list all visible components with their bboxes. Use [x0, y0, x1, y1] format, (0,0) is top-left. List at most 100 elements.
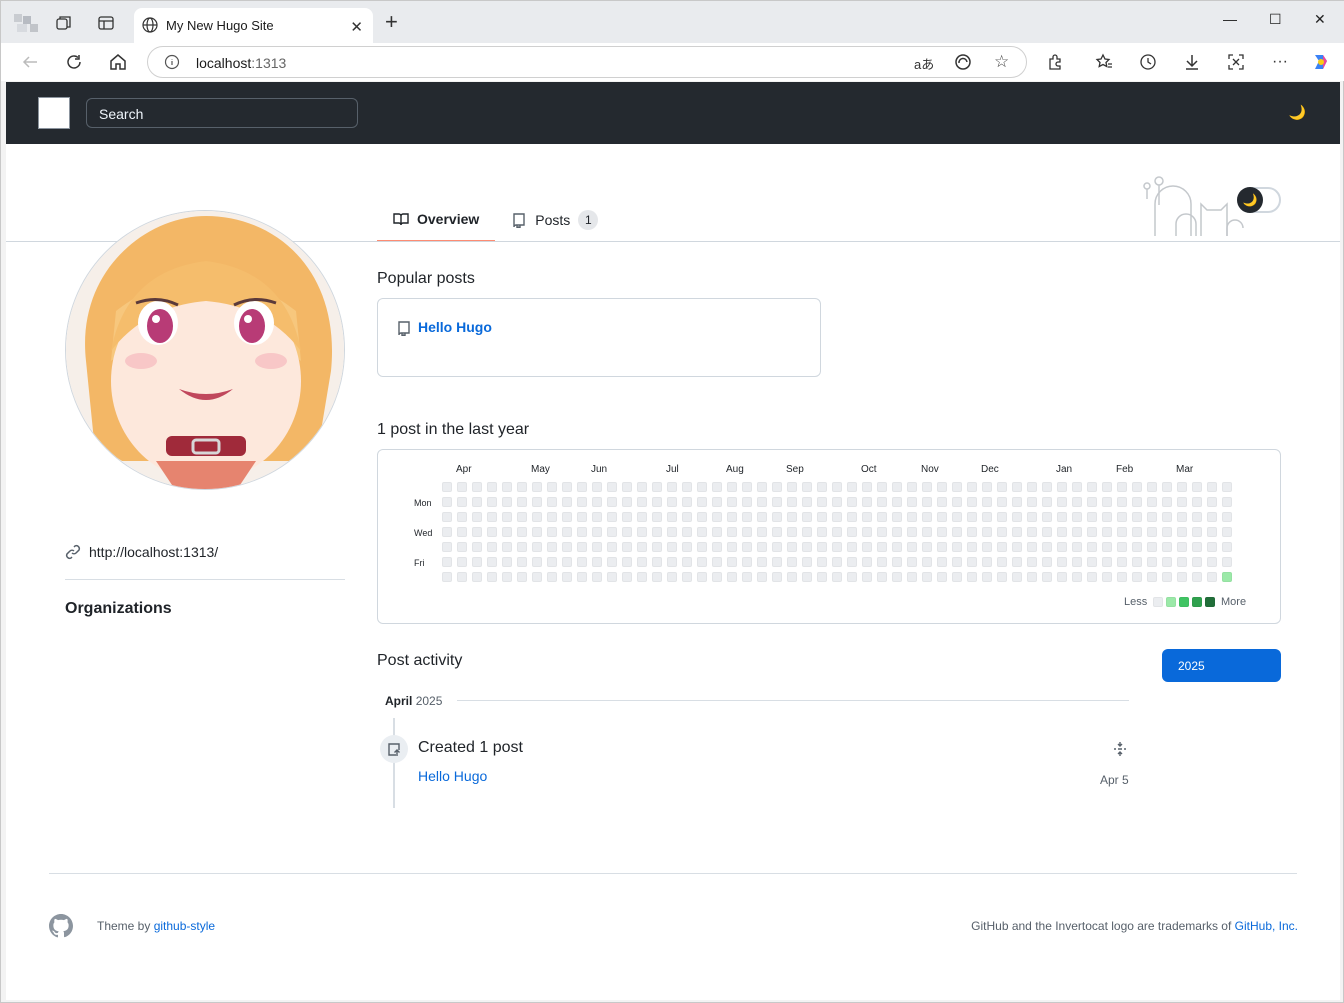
- calendar-day-cell[interactable]: [622, 482, 632, 492]
- address-bar[interactable]: localhost:1313 aあ ☆: [147, 46, 1027, 78]
- calendar-day-cell[interactable]: [1057, 512, 1067, 522]
- calendar-day-cell[interactable]: [1087, 527, 1097, 537]
- calendar-day-cell[interactable]: [1147, 497, 1157, 507]
- calendar-day-cell[interactable]: [1087, 482, 1097, 492]
- calendar-day-cell[interactable]: [1132, 542, 1142, 552]
- calendar-day-cell[interactable]: [1027, 497, 1037, 507]
- calendar-day-cell[interactable]: [667, 542, 677, 552]
- calendar-day-cell[interactable]: [592, 572, 602, 582]
- calendar-day-cell[interactable]: [667, 497, 677, 507]
- calendar-day-cell[interactable]: [442, 527, 452, 537]
- calendar-day-cell[interactable]: [1012, 527, 1022, 537]
- calendar-day-cell[interactable]: [892, 542, 902, 552]
- calendar-day-cell[interactable]: [697, 572, 707, 582]
- calendar-day-cell[interactable]: [982, 557, 992, 567]
- calendar-day-cell[interactable]: [442, 557, 452, 567]
- calendar-day-cell[interactable]: [562, 497, 572, 507]
- tab-overview[interactable]: Overview: [377, 197, 496, 242]
- github-inc-link[interactable]: GitHub, Inc.: [1235, 919, 1298, 933]
- calendar-day-cell[interactable]: [607, 482, 617, 492]
- calendar-day-cell[interactable]: [1072, 542, 1082, 552]
- calendar-day-cell[interactable]: [682, 482, 692, 492]
- calendar-day-cell[interactable]: [517, 512, 527, 522]
- calendar-day-cell[interactable]: [1102, 512, 1112, 522]
- calendar-day-cell[interactable]: [847, 512, 857, 522]
- calendar-day-cell[interactable]: [682, 572, 692, 582]
- calendar-day-cell[interactable]: [1192, 557, 1202, 567]
- calendar-day-cell[interactable]: [1132, 482, 1142, 492]
- calendar-day-cell[interactable]: [1057, 527, 1067, 537]
- calendar-day-cell[interactable]: [487, 497, 497, 507]
- calendar-day-cell[interactable]: [652, 497, 662, 507]
- calendar-day-cell[interactable]: [982, 542, 992, 552]
- calendar-day-cell[interactable]: [997, 482, 1007, 492]
- calendar-day-cell[interactable]: [907, 557, 917, 567]
- home-icon[interactable]: [107, 52, 129, 72]
- calendar-day-cell[interactable]: [817, 497, 827, 507]
- calendar-day-cell[interactable]: [1222, 512, 1232, 522]
- calendar-day-cell[interactable]: [1222, 572, 1232, 582]
- calendar-day-cell[interactable]: [712, 527, 722, 537]
- calendar-day-cell[interactable]: [982, 527, 992, 537]
- maximize-button[interactable]: ☐: [1269, 11, 1282, 28]
- calendar-day-cell[interactable]: [532, 557, 542, 567]
- calendar-day-cell[interactable]: [517, 572, 527, 582]
- calendar-day-cell[interactable]: [1162, 482, 1172, 492]
- calendar-day-cell[interactable]: [787, 482, 797, 492]
- calendar-day-cell[interactable]: [607, 497, 617, 507]
- calendar-day-cell[interactable]: [877, 542, 887, 552]
- calendar-day-cell[interactable]: [862, 482, 872, 492]
- calendar-day-cell[interactable]: [652, 527, 662, 537]
- calendar-day-cell[interactable]: [1012, 482, 1022, 492]
- calendar-day-cell[interactable]: [1117, 527, 1127, 537]
- calendar-day-cell[interactable]: [547, 527, 557, 537]
- calendar-day-cell[interactable]: [727, 572, 737, 582]
- calendar-day-cell[interactable]: [742, 512, 752, 522]
- calendar-day-cell[interactable]: [682, 497, 692, 507]
- calendar-day-cell[interactable]: [817, 542, 827, 552]
- calendar-day-cell[interactable]: [1207, 497, 1217, 507]
- calendar-day-cell[interactable]: [1222, 557, 1232, 567]
- calendar-day-cell[interactable]: [952, 527, 962, 537]
- calendar-day-cell[interactable]: [1027, 557, 1037, 567]
- calendar-day-cell[interactable]: [937, 572, 947, 582]
- calendar-day-cell[interactable]: [592, 557, 602, 567]
- calendar-day-cell[interactable]: [1042, 497, 1052, 507]
- calendar-day-cell[interactable]: [472, 527, 482, 537]
- calendar-day-cell[interactable]: [472, 572, 482, 582]
- calendar-day-cell[interactable]: [832, 557, 842, 567]
- calendar-day-cell[interactable]: [652, 542, 662, 552]
- calendar-day-cell[interactable]: [952, 542, 962, 552]
- calendar-day-cell[interactable]: [1072, 527, 1082, 537]
- calendar-day-cell[interactable]: [547, 482, 557, 492]
- calendar-day-cell[interactable]: [862, 557, 872, 567]
- calendar-day-cell[interactable]: [577, 527, 587, 537]
- calendar-day-cell[interactable]: [787, 572, 797, 582]
- browser-tab-active[interactable]: My New Hugo Site ✕: [134, 8, 373, 43]
- calendar-day-cell[interactable]: [712, 572, 722, 582]
- collections-icon[interactable]: [54, 13, 74, 33]
- calendar-day-cell[interactable]: [1207, 512, 1217, 522]
- calendar-day-cell[interactable]: [442, 512, 452, 522]
- calendar-day-cell[interactable]: [487, 512, 497, 522]
- calendar-day-cell[interactable]: [1192, 572, 1202, 582]
- calendar-day-cell[interactable]: [622, 572, 632, 582]
- year-2025-button[interactable]: 2025: [1162, 649, 1281, 682]
- calendar-day-cell[interactable]: [772, 527, 782, 537]
- calendar-day-cell[interactable]: [1027, 512, 1037, 522]
- calendar-day-cell[interactable]: [502, 527, 512, 537]
- calendar-day-cell[interactable]: [1222, 497, 1232, 507]
- calendar-day-cell[interactable]: [922, 542, 932, 552]
- site-logo[interactable]: [38, 97, 70, 129]
- calendar-day-cell[interactable]: [592, 542, 602, 552]
- calendar-day-cell[interactable]: [1207, 527, 1217, 537]
- calendar-day-cell[interactable]: [727, 512, 737, 522]
- favorite-star-icon[interactable]: ☆: [994, 52, 1009, 72]
- calendar-day-cell[interactable]: [1162, 497, 1172, 507]
- calendar-day-cell[interactable]: [952, 557, 962, 567]
- calendar-day-cell[interactable]: [1147, 512, 1157, 522]
- calendar-day-cell[interactable]: [562, 482, 572, 492]
- refresh-icon[interactable]: [63, 52, 85, 72]
- calendar-day-cell[interactable]: [1087, 572, 1097, 582]
- calendar-day-cell[interactable]: [622, 512, 632, 522]
